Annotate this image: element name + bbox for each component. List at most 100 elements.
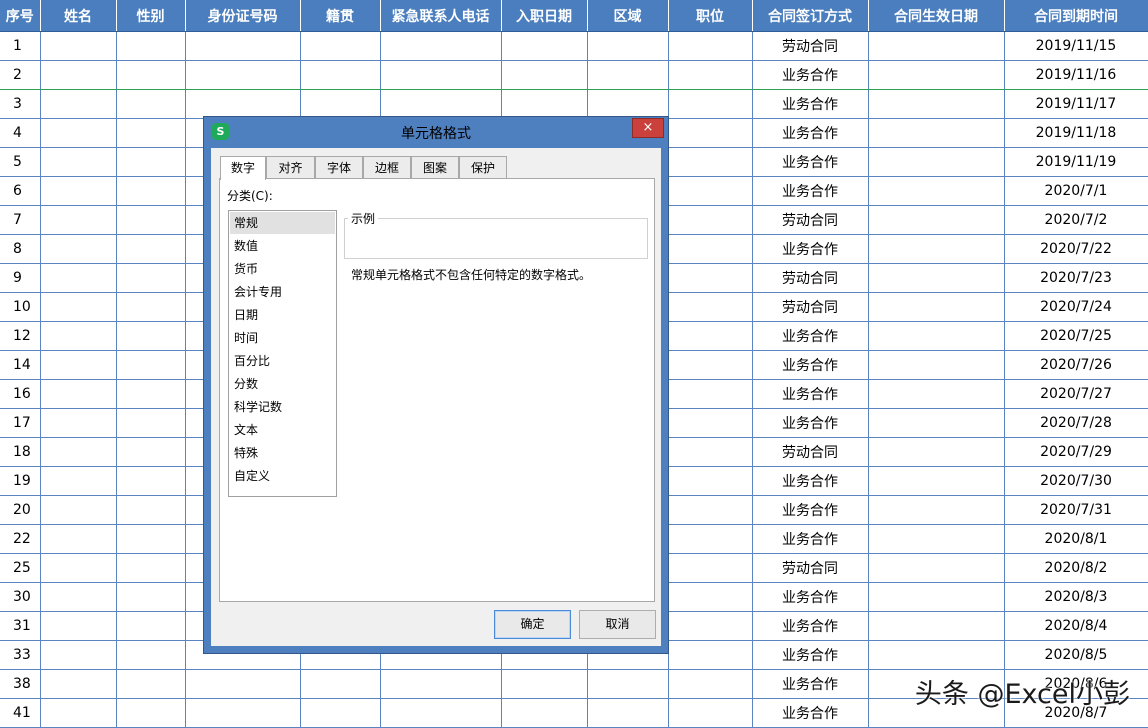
cell-effective-date[interactable] bbox=[868, 379, 1005, 409]
cancel-button[interactable]: 取消 bbox=[579, 610, 656, 639]
cell-seq[interactable]: 22 bbox=[0, 524, 41, 554]
cell-gender[interactable] bbox=[116, 524, 186, 554]
cell-position[interactable] bbox=[668, 176, 753, 206]
tab-number[interactable]: 数字 bbox=[220, 156, 266, 180]
cell-contract-type[interactable]: 业务合作 bbox=[752, 234, 869, 264]
cell-position[interactable] bbox=[668, 89, 753, 119]
cell-contract-type[interactable]: 业务合作 bbox=[752, 118, 869, 148]
cell-seq[interactable]: 8 bbox=[0, 234, 41, 264]
cell-gender[interactable] bbox=[116, 31, 186, 61]
cell-expiry-date[interactable]: 2020/7/23 bbox=[1004, 263, 1148, 293]
cell-seq[interactable]: 2 bbox=[0, 60, 41, 90]
category-item-number[interactable]: 数值 bbox=[230, 235, 335, 257]
cell-contract-type[interactable]: 业务合作 bbox=[752, 176, 869, 206]
cell-position[interactable] bbox=[668, 60, 753, 90]
cell-position[interactable] bbox=[668, 466, 753, 496]
cell-expiry-date[interactable]: 2020/7/27 bbox=[1004, 379, 1148, 409]
cell-gender[interactable] bbox=[116, 553, 186, 583]
cell-position[interactable] bbox=[668, 669, 753, 699]
cell-name[interactable] bbox=[40, 611, 117, 641]
cell-contract-type[interactable]: 劳动合同 bbox=[752, 437, 869, 467]
cell-effective-date[interactable] bbox=[868, 437, 1005, 467]
cell-seq[interactable]: 38 bbox=[0, 669, 41, 699]
cell-effective-date[interactable] bbox=[868, 118, 1005, 148]
cell-region[interactable] bbox=[587, 89, 669, 119]
cell-name[interactable] bbox=[40, 31, 117, 61]
tab-border[interactable]: 边框 bbox=[363, 156, 411, 179]
dialog-title-bar[interactable]: S 单元格格式 × bbox=[204, 117, 668, 147]
cell-contract-type[interactable]: 业务合作 bbox=[752, 379, 869, 409]
tab-protection[interactable]: 保护 bbox=[459, 156, 507, 179]
cell-seq[interactable]: 7 bbox=[0, 205, 41, 235]
cell-contract-type[interactable]: 业务合作 bbox=[752, 524, 869, 554]
cell-contract-type[interactable]: 劳动合同 bbox=[752, 263, 869, 293]
cell-name[interactable] bbox=[40, 698, 117, 728]
cell-gender[interactable] bbox=[116, 669, 186, 699]
cell-effective-date[interactable] bbox=[868, 89, 1005, 119]
cell-effective-date[interactable] bbox=[868, 205, 1005, 235]
cell-gender[interactable] bbox=[116, 60, 186, 90]
cell-gender[interactable] bbox=[116, 466, 186, 496]
column-header-region[interactable]: 区域 bbox=[587, 0, 669, 32]
cell-hire-date[interactable] bbox=[501, 698, 588, 728]
cell-contract-type[interactable]: 业务合作 bbox=[752, 611, 869, 641]
cell-region[interactable] bbox=[587, 31, 669, 61]
cell-name[interactable] bbox=[40, 176, 117, 206]
cell-id-number[interactable] bbox=[185, 698, 301, 728]
cell-effective-date[interactable] bbox=[868, 466, 1005, 496]
cell-region[interactable] bbox=[587, 698, 669, 728]
cell-seq[interactable]: 9 bbox=[0, 263, 41, 293]
column-header-contract-type[interactable]: 合同签订方式 bbox=[752, 0, 869, 32]
cell-name[interactable] bbox=[40, 669, 117, 699]
cell-expiry-date[interactable]: 2020/7/30 bbox=[1004, 466, 1148, 496]
cell-expiry-date[interactable]: 2020/7/2 bbox=[1004, 205, 1148, 235]
cell-effective-date[interactable] bbox=[868, 582, 1005, 612]
column-header-name[interactable]: 姓名 bbox=[40, 0, 117, 32]
cell-effective-date[interactable] bbox=[868, 176, 1005, 206]
tab-font[interactable]: 字体 bbox=[315, 156, 363, 179]
cell-effective-date[interactable] bbox=[868, 524, 1005, 554]
cell-id-number[interactable] bbox=[185, 89, 301, 119]
cell-seq[interactable]: 1 bbox=[0, 31, 41, 61]
cell-expiry-date[interactable]: 2020/8/3 bbox=[1004, 582, 1148, 612]
cell-effective-date[interactable] bbox=[868, 495, 1005, 525]
cell-contract-type[interactable]: 业务合作 bbox=[752, 321, 869, 351]
cell-gender[interactable] bbox=[116, 437, 186, 467]
cell-gender[interactable] bbox=[116, 698, 186, 728]
cell-name[interactable] bbox=[40, 263, 117, 293]
column-header-id-number[interactable]: 身份证号码 bbox=[185, 0, 301, 32]
cell-seq[interactable]: 17 bbox=[0, 408, 41, 438]
ok-button[interactable]: 确定 bbox=[494, 610, 571, 639]
category-item-currency[interactable]: 货币 bbox=[230, 258, 335, 280]
cell-seq[interactable]: 5 bbox=[0, 147, 41, 177]
cell-expiry-date[interactable]: 2020/7/22 bbox=[1004, 234, 1148, 264]
cell-expiry-date[interactable]: 2020/7/26 bbox=[1004, 350, 1148, 380]
cell-seq[interactable]: 10 bbox=[0, 292, 41, 322]
cell-expiry-date[interactable]: 2019/11/19 bbox=[1004, 147, 1148, 177]
cell-gender[interactable] bbox=[116, 263, 186, 293]
cell-contract-type[interactable]: 业务合作 bbox=[752, 495, 869, 525]
cell-expiry-date[interactable]: 2020/8/2 bbox=[1004, 553, 1148, 583]
cell-seq[interactable]: 12 bbox=[0, 321, 41, 351]
cell-contract-type[interactable]: 业务合作 bbox=[752, 147, 869, 177]
column-header-hire-date[interactable]: 入职日期 bbox=[501, 0, 588, 32]
cell-gender[interactable] bbox=[116, 611, 186, 641]
column-header-hometown[interactable]: 籍贯 bbox=[300, 0, 381, 32]
cell-gender[interactable] bbox=[116, 147, 186, 177]
cell-name[interactable] bbox=[40, 437, 117, 467]
cell-gender[interactable] bbox=[116, 350, 186, 380]
category-item-date[interactable]: 日期 bbox=[230, 304, 335, 326]
cell-name[interactable] bbox=[40, 321, 117, 351]
column-header-position[interactable]: 职位 bbox=[668, 0, 753, 32]
cell-position[interactable] bbox=[668, 611, 753, 641]
cell-position[interactable] bbox=[668, 31, 753, 61]
cell-seq[interactable]: 18 bbox=[0, 437, 41, 467]
cell-seq[interactable]: 3 bbox=[0, 89, 41, 119]
cell-expiry-date[interactable]: 2019/11/15 bbox=[1004, 31, 1148, 61]
cell-hometown[interactable] bbox=[300, 60, 381, 90]
cell-position[interactable] bbox=[668, 698, 753, 728]
cell-expiry-date[interactable]: 2020/7/31 bbox=[1004, 495, 1148, 525]
cell-seq[interactable]: 4 bbox=[0, 118, 41, 148]
cell-effective-date[interactable] bbox=[868, 147, 1005, 177]
column-header-expiry-date[interactable]: 合同到期时间 bbox=[1004, 0, 1148, 32]
